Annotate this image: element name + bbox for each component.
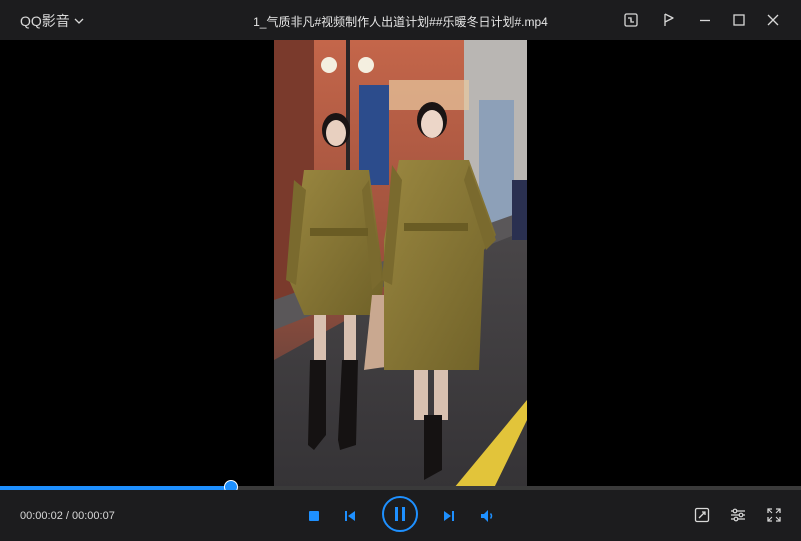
control-bar: 00:00:02 / 00:00:07 <box>0 490 801 541</box>
pause-icon <box>382 496 418 532</box>
close-icon <box>767 14 779 26</box>
screenshot-button[interactable] <box>621 10 641 30</box>
capture-button[interactable] <box>693 506 711 524</box>
minimize-icon <box>700 19 710 22</box>
minimize-button[interactable] <box>695 10 715 30</box>
pause-button[interactable] <box>381 495 419 533</box>
title-bar: QQ影音 1_气质非凡#视频制作人出道计划##乐暖冬日计划#.mp4 <box>0 0 801 40</box>
volume-button[interactable] <box>478 507 496 525</box>
volume-icon <box>481 510 493 522</box>
stop-icon <box>309 511 319 521</box>
previous-icon <box>345 511 355 521</box>
screenshot-icon <box>624 13 638 27</box>
previous-button[interactable] <box>341 507 359 525</box>
next-icon <box>444 511 454 521</box>
settings-sliders-icon <box>731 508 745 522</box>
fullscreen-button[interactable] <box>765 506 783 524</box>
fullscreen-icon <box>767 508 781 522</box>
maximize-icon <box>733 14 745 26</box>
settings-button[interactable] <box>729 506 747 524</box>
next-button[interactable] <box>440 507 458 525</box>
maximize-button[interactable] <box>729 10 749 30</box>
close-button[interactable] <box>763 10 783 30</box>
window-title: 1_气质非凡#视频制作人出道计划##乐暖冬日计划#.mp4 <box>253 15 548 29</box>
stop-button[interactable] <box>306 508 322 524</box>
video-frame <box>274 40 527 488</box>
time-display: 00:00:02 / 00:00:07 <box>20 510 115 522</box>
pin-button[interactable] <box>659 10 679 30</box>
capture-icon <box>694 507 710 523</box>
pin-icon <box>664 13 674 26</box>
